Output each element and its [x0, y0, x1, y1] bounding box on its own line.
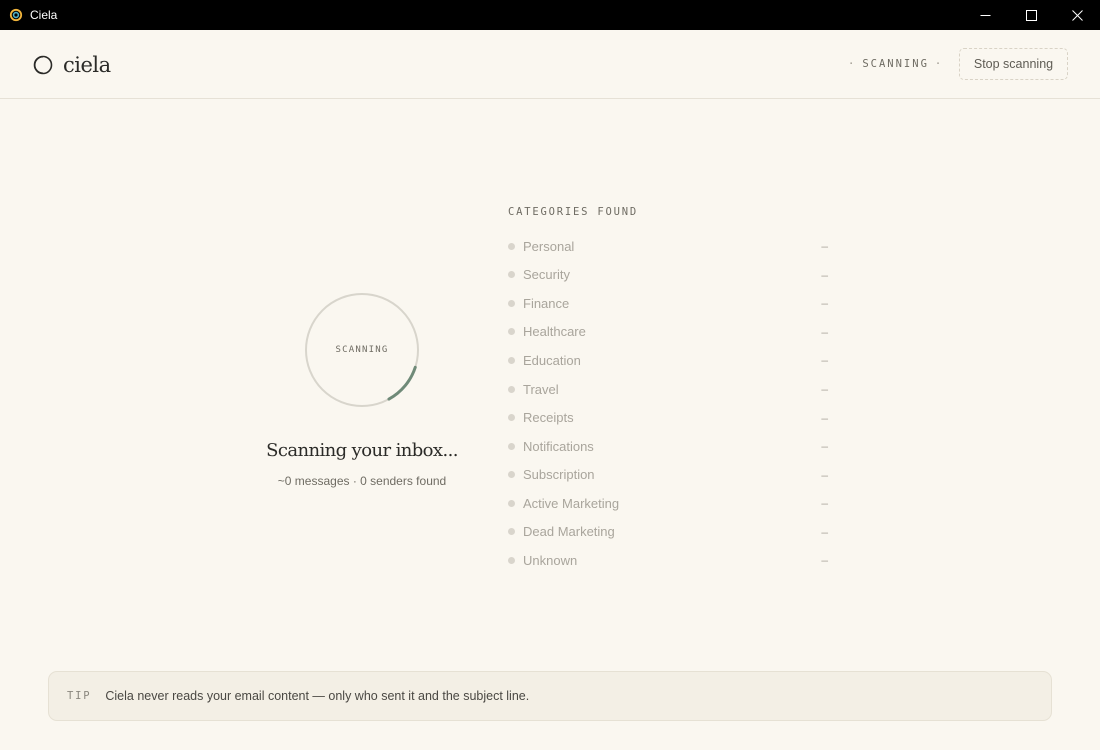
category-count: – [821, 382, 828, 396]
brand-logo: ciela [33, 53, 111, 77]
tip-label: TIP [67, 690, 92, 702]
category-dot [508, 442, 515, 450]
close-icon [1071, 9, 1083, 21]
categories-heading: CATEGORIES FOUND [508, 206, 638, 218]
category-label: Security [523, 267, 570, 283]
category-count: – [821, 553, 828, 568]
ring-label: SCANNING [335, 345, 389, 355]
minimize-icon [980, 14, 990, 16]
category-item: Active Marketing – [508, 489, 830, 518]
status-dot-left: · [848, 58, 857, 70]
category-label: Dead Marketing [523, 524, 615, 540]
category-item: Dead Marketing – [508, 517, 830, 546]
category-count: – [821, 353, 828, 368]
category-item: Education – [508, 346, 830, 375]
category-item: Receipts – [508, 403, 830, 432]
category-label: Receipts [523, 410, 574, 426]
category-item: Subscription – [508, 460, 830, 489]
category-dot [508, 528, 515, 536]
category-label: Healthcare [523, 324, 586, 340]
category-label: Active Marketing [523, 495, 620, 511]
category-dot [508, 356, 515, 364]
category-label: Unknown [523, 552, 578, 568]
window-titlebar: Ciela [0, 0, 1100, 30]
category-dot [508, 414, 515, 422]
scan-status: · SCANNING · [842, 58, 949, 70]
status-dot-right: · [934, 58, 944, 70]
category-label: Education [523, 352, 581, 368]
category-dot [508, 242, 515, 250]
close-button[interactable] [1054, 0, 1100, 30]
category-item: Finance – [508, 289, 830, 318]
category-count: – [821, 296, 828, 311]
category-count: – [821, 496, 828, 511]
category-item: Personal – [508, 232, 830, 261]
category-dot [508, 499, 515, 507]
category-label: Personal [523, 238, 575, 254]
tip-text: Ciela never reads your email content — o… [105, 689, 530, 703]
window-controls [962, 0, 1100, 30]
scan-subtitle: ~0 messages · 0 senders found [277, 474, 447, 488]
category-count: – [821, 524, 828, 539]
category-item: Security – [508, 261, 830, 290]
category-count: – [821, 267, 828, 282]
maximize-button[interactable] [1008, 0, 1054, 30]
category-label: Subscription [523, 467, 595, 483]
category-count: – [821, 467, 828, 482]
category-item: Notifications – [508, 432, 830, 461]
category-dot [508, 328, 515, 336]
category-item: Travel – [508, 375, 830, 404]
scan-title: Scanning your inbox... [266, 440, 458, 461]
category-dot [508, 471, 515, 479]
category-count: – [821, 439, 828, 454]
category-item: Unknown – [508, 546, 830, 575]
category-dot [508, 556, 515, 564]
category-label: Finance [523, 295, 570, 311]
category-label: Notifications [523, 438, 594, 454]
category-dot [508, 299, 515, 307]
status-label: SCANNING [862, 58, 929, 70]
category-count: – [821, 239, 828, 254]
stop-scanning-button[interactable]: Stop scanning [959, 48, 1068, 80]
ciela-logo-icon [33, 55, 53, 75]
minimize-button[interactable] [962, 0, 1008, 30]
categories-list: Personal – Security – Finance – Healthca… [508, 232, 830, 575]
category-count: – [821, 324, 828, 339]
category-label: Travel [523, 381, 559, 397]
ciela-app-icon [9, 8, 23, 22]
window-title: Ciela [30, 8, 58, 22]
category-count: – [821, 410, 828, 425]
app-header: ciela · SCANNING · Stop scanning [0, 30, 1100, 99]
tip-banner: TIP Ciela never reads your email content… [48, 671, 1052, 721]
maximize-icon [1025, 9, 1037, 21]
category-item: Healthcare – [508, 318, 830, 347]
scan-progress-ring: SCANNING [304, 292, 420, 408]
brand-wordmark: ciela [63, 53, 111, 77]
category-dot [508, 271, 515, 279]
category-dot [508, 385, 515, 393]
